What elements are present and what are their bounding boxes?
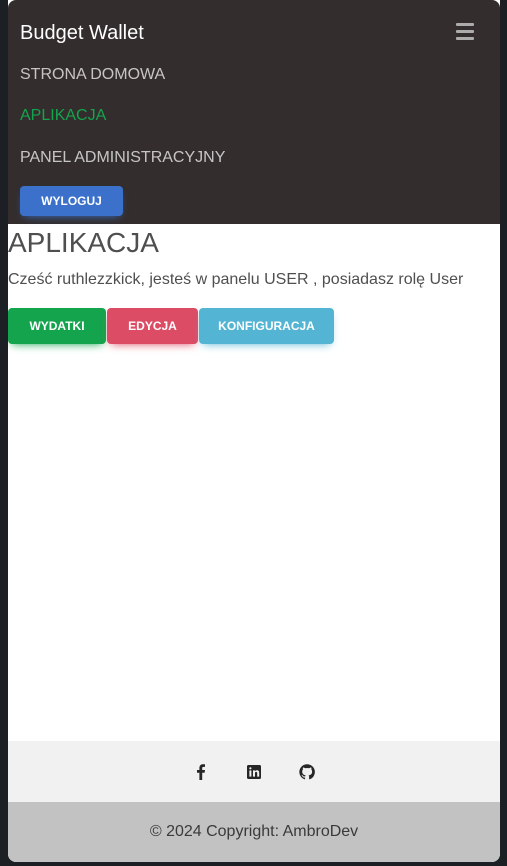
copyright-text: © 2024 Copyright: AmbroDev [149,823,359,840]
configuration-button[interactable]: KONFIGURACJA [199,308,334,344]
social-bar [8,741,500,802]
navbar: Budget Wallet STRONA DOMOWA APLIKACJA PA… [8,0,500,224]
github-icon[interactable] [299,764,315,780]
app-window: Budget Wallet STRONA DOMOWA APLIKACJA PA… [8,0,500,862]
brand-title[interactable]: Budget Wallet [20,20,144,46]
hamburger-icon[interactable] [456,23,476,41]
expenses-button[interactable]: WYDATKI [8,308,106,344]
linkedin-icon[interactable] [246,764,262,780]
greeting-text: Cześć ruthlezzkick, jesteś w panelu USER… [8,271,464,288]
logout-button[interactable]: WYLOGUJ [20,186,123,216]
nav-link-strona-domowa[interactable]: STRONA DOMOWA [20,65,165,85]
nav-link-aplikacja[interactable]: APLIKACJA [20,106,106,126]
page-title: APLIKACJA [8,227,159,258]
nav-link-panel-administracyjny[interactable]: PANEL ADMINISTRACYJNY [20,148,225,168]
edit-button[interactable]: EDYCJA [107,308,198,344]
facebook-icon[interactable] [193,764,209,780]
copyright-bar: © 2024 Copyright: AmbroDev [8,802,500,862]
